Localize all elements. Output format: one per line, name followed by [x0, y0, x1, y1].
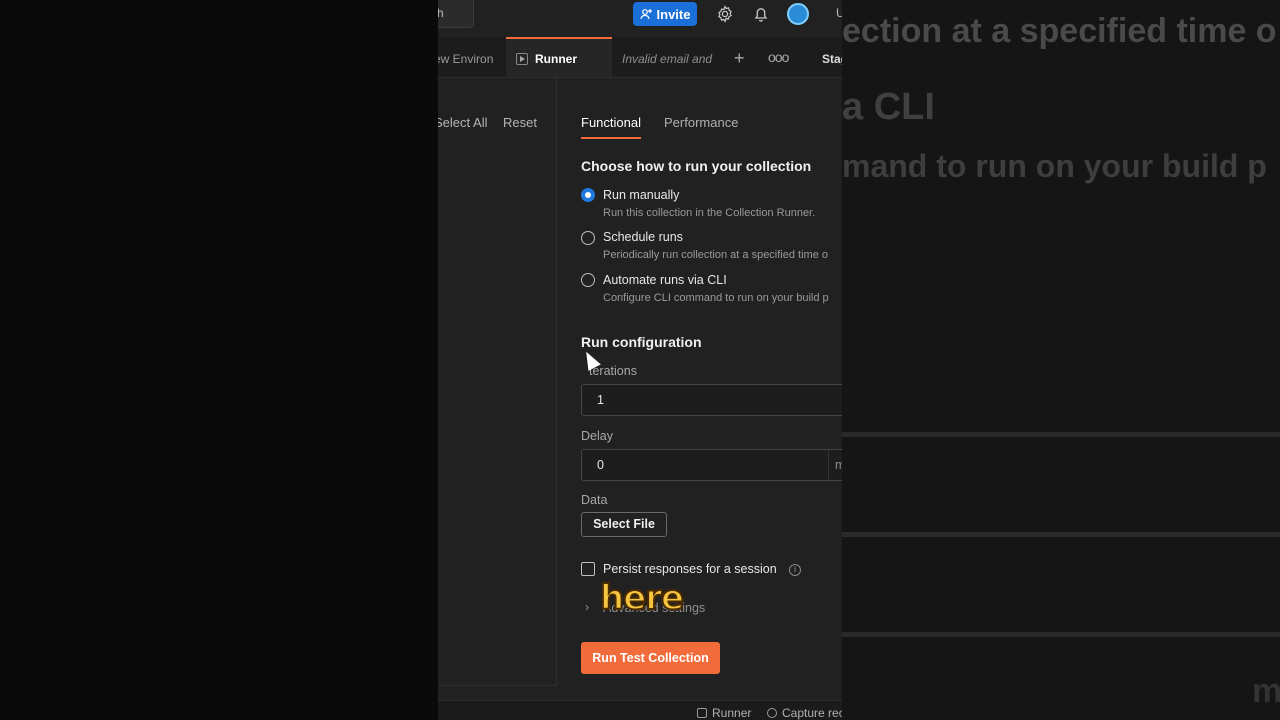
iterations-input[interactable]: 1 [581, 384, 842, 416]
bg-line [842, 532, 1280, 537]
persist-label: Persist responses for a session [603, 562, 777, 576]
postman-panel: h Invite U ew Environ Runner Invalid ema… [438, 0, 842, 720]
bell-icon[interactable] [752, 5, 770, 23]
option-description: Run this collection in the Collection Ru… [603, 207, 816, 219]
runner-settings: Functional Performance Choose how to run… [581, 78, 842, 698]
bg-text-2: a CLI [842, 86, 935, 128]
avatar[interactable] [787, 3, 809, 25]
radio-run-manually[interactable] [581, 188, 595, 202]
radio-automate-cli[interactable] [581, 273, 595, 287]
tab-invalid-email[interactable]: Invalid email and [622, 37, 714, 77]
more-tabs-icon[interactable]: ooo [768, 37, 789, 77]
config-heading: Run configuration [581, 334, 702, 350]
environment-selector[interactable]: Stag [822, 37, 842, 77]
runner-icon [697, 708, 707, 718]
delay-value: 0 [597, 458, 604, 472]
capture-icon [767, 708, 777, 718]
option-title[interactable]: Automate runs via CLI [603, 273, 727, 287]
delay-unit: m [828, 450, 842, 480]
run-test-collection-button[interactable]: Run Test Collection [581, 642, 720, 674]
invite-button[interactable]: Invite [633, 2, 697, 26]
status-capture-label: Capture rec [782, 706, 842, 720]
option-description: Periodically run collection at a specifi… [603, 249, 829, 261]
tab-bar: ew Environ Runner Invalid email and + oo… [438, 37, 842, 78]
option-title[interactable]: Schedule runs [603, 230, 683, 244]
blurred-background: ection at a specified time o a CLI mand … [842, 0, 1280, 720]
run-order-column: Select All Reset [438, 78, 557, 686]
gear-icon[interactable] [716, 5, 734, 23]
info-icon[interactable]: i [789, 564, 801, 576]
select-all-link[interactable]: Select All [438, 115, 487, 130]
delay-input[interactable]: 0 m [581, 449, 842, 481]
status-bar: Runner Capture rec [438, 700, 842, 720]
add-tab-button[interactable]: + [734, 37, 748, 77]
tab-functional[interactable]: Functional [581, 115, 641, 139]
invite-label: Invite [656, 6, 691, 22]
top-bar: h Invite U [438, 0, 842, 36]
select-file-button[interactable]: Select File [581, 512, 667, 537]
persist-checkbox[interactable] [581, 562, 595, 576]
reset-link[interactable]: Reset [503, 115, 537, 130]
tab-runner[interactable]: Runner [506, 37, 612, 77]
chevron-right-icon[interactable]: › [585, 600, 589, 614]
tab-runner-label: Runner [535, 52, 577, 66]
search-input[interactable]: h [438, 0, 474, 28]
radio-schedule-runs[interactable] [581, 231, 595, 245]
bg-line [842, 432, 1280, 437]
status-capture[interactable]: Capture rec [767, 706, 842, 720]
bg-text-1: ection at a specified time o [842, 12, 1277, 50]
user-menu[interactable]: U [836, 6, 842, 20]
option-description: Configure CLI command to run on your bui… [603, 292, 829, 304]
status-runner[interactable]: Runner [697, 706, 751, 720]
choose-heading: Choose how to run your collection [581, 158, 812, 174]
runner-icon [516, 53, 528, 65]
bg-text-4: m [1252, 672, 1280, 710]
left-letterbox [0, 0, 438, 720]
tab-new-environment[interactable]: ew Environ [438, 37, 500, 77]
bg-line [842, 632, 1280, 637]
status-runner-label: Runner [712, 706, 752, 720]
add-user-icon [639, 9, 652, 20]
data-label: Data [581, 493, 608, 507]
delay-label: Delay [581, 429, 613, 443]
bg-text-3: mand to run on your build p [842, 148, 1267, 184]
caption-overlay: here [599, 578, 685, 618]
tab-performance[interactable]: Performance [664, 115, 738, 130]
option-title[interactable]: Run manually [603, 188, 679, 202]
